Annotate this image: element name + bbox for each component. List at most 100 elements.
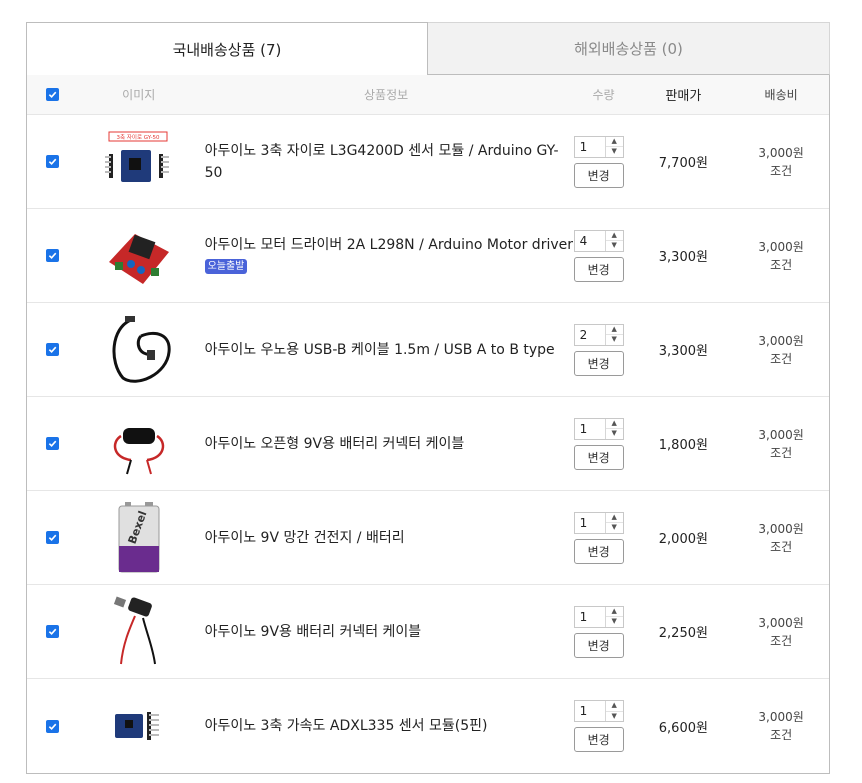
product-name[interactable]: 아두이노 3축 자이로 L3G4200D 센서 모듈 / Arduino GY-… <box>205 143 559 181</box>
product-thumbnail[interactable] <box>101 312 177 388</box>
caret-up-icon[interactable]: ▲ <box>605 231 623 241</box>
table-row: 아두이노 오픈형 9V용 배터리 커넥터 케이블 1 ▲ ▼ 변경 1,800원 3… <box>27 397 829 491</box>
header-qty: 수량 <box>592 88 615 102</box>
caret-down-icon[interactable]: ▼ <box>606 429 623 439</box>
item-checkbox[interactable] <box>46 531 60 544</box>
quantity-stepper[interactable]: 1 ▲ ▼ <box>573 135 624 158</box>
quantity-value[interactable]: 1 <box>575 607 605 627</box>
product-name[interactable]: 아두이노 오픈형 9V용 배터리 커넥터 케이블 <box>205 436 465 452</box>
price: 3,300원 <box>658 344 708 359</box>
cart-table: 이미지 상품정보 수량 판매가 배송비 3축 자이로 GY-50 아두이노 3축… <box>26 75 830 774</box>
caret-down-icon[interactable]: ▼ <box>606 712 623 722</box>
shipping-condition: 조건 <box>770 351 793 366</box>
checkmark-icon <box>49 628 57 636</box>
caret-up-icon[interactable]: ▲ <box>605 137 623 147</box>
shipping-amount: 3,000원 <box>758 427 804 442</box>
table-row: 아두이노 모터 드라이버 2A L298N / Arduino Motor dr… <box>27 209 829 303</box>
caret-up-icon[interactable]: ▲ <box>605 513 623 523</box>
select-all-cell <box>27 88 79 101</box>
product-thumbnail[interactable] <box>101 594 177 670</box>
item-checkbox[interactable] <box>46 249 60 262</box>
table-row: 아두이노 우노용 USB-B 케이블 1.5m / USB A to B typ… <box>27 303 829 397</box>
select-all-checkbox[interactable] <box>46 88 60 101</box>
quantity-value[interactable]: 1 <box>575 513 605 533</box>
caret-up-icon[interactable]: ▲ <box>605 419 623 429</box>
change-quantity-button[interactable]: 변경 <box>573 256 624 282</box>
item-checkbox[interactable] <box>46 719 60 733</box>
caret-down-icon[interactable]: ▼ <box>606 147 623 157</box>
caret-up-icon[interactable]: ▲ <box>605 325 623 335</box>
caret-down-icon[interactable]: ▼ <box>606 523 623 533</box>
caret-down-icon[interactable]: ▼ <box>606 335 623 345</box>
shipping-fee: 3,000원조건 <box>733 708 829 744</box>
table-row: 아두이노 9V용 배터리 커넥터 케이블 1 ▲ ▼ 변경 2,250원 3,000… <box>27 585 829 679</box>
shipping-fee: 3,000원조건 <box>733 426 829 462</box>
table-row: 3축 자이로 GY-50 아두이노 3축 자이로 L3G4200D 센서 모듈 … <box>27 115 829 209</box>
shipping-condition: 조건 <box>770 257 793 272</box>
quantity-value[interactable]: 1 <box>575 701 605 721</box>
product-name[interactable]: 아두이노 우노용 USB-B 케이블 1.5m / USB A to B typ… <box>205 342 555 358</box>
price: 6,600원 <box>658 720 708 736</box>
quantity-value[interactable]: 2 <box>575 325 605 345</box>
change-quantity-button[interactable]: 변경 <box>573 444 624 470</box>
quantity-value[interactable]: 4 <box>575 231 605 251</box>
price: 3,300원 <box>658 250 708 265</box>
product-thumbnail[interactable]: 3축 자이로 GY-50 <box>101 124 177 200</box>
caret-down-icon[interactable]: ▼ <box>606 241 623 251</box>
change-quantity-button[interactable]: 변경 <box>573 632 624 658</box>
item-checkbox[interactable] <box>46 437 60 450</box>
header-shipping: 배송비 <box>764 87 798 102</box>
product-name[interactable]: 아두이노 9V 망간 건전지 / 배터리 <box>205 530 405 546</box>
thumbnail-label: 3축 자이로 GY-50 <box>116 133 159 141</box>
shipping-fee: 3,000원 조건 <box>733 614 829 650</box>
checkmark-icon <box>49 252 57 260</box>
price: 7,700원 <box>658 156 708 171</box>
change-quantity-button[interactable]: 변경 <box>573 350 624 376</box>
product-name[interactable]: 아두이노 3축 가속도 ADXL335 센서 모듈(5핀) <box>205 718 488 734</box>
today-shipping-badge: 오늘출발 <box>204 258 248 274</box>
quantity-stepper[interactable]: 1 ▲ ▼ <box>573 605 624 628</box>
quantity-stepper[interactable]: 1 ▲ ▼ <box>573 511 624 534</box>
product-thumbnail[interactable] <box>101 218 177 294</box>
shipping-condition: 조건 <box>770 633 793 648</box>
checkmark-icon <box>49 534 57 542</box>
checkmark-icon <box>49 158 57 166</box>
product-thumbnail[interactable] <box>101 688 177 764</box>
quantity-stepper[interactable]: 2 ▲ ▼ <box>573 323 624 346</box>
caret-down-icon[interactable]: ▼ <box>606 617 623 627</box>
shipping-condition: 조건 <box>770 728 793 742</box>
product-thumbnail[interactable] <box>101 406 177 482</box>
shipping-fee: 3,000원 조건 <box>733 144 829 180</box>
item-checkbox[interactable] <box>46 155 60 168</box>
product-name[interactable]: 아두이노 9V용 배터리 커넥터 케이블 <box>205 624 422 640</box>
shipping-tabs: 국내배송상품 (7) 해외배송상품 (0) <box>26 22 830 75</box>
caret-up-icon[interactable]: ▲ <box>605 701 623 712</box>
change-quantity-button[interactable]: 변경 <box>573 538 624 564</box>
quantity-value[interactable]: 1 <box>575 137 605 157</box>
quantity-value[interactable]: 1 <box>575 419 605 439</box>
shipping-fee: 3,000원 조건 <box>733 520 829 556</box>
cart-panel: 국내배송상품 (7) 해외배송상품 (0) 이미지 상품정보 수량 판매가 배송… <box>26 22 830 774</box>
price: 2,250원 <box>658 626 708 641</box>
shipping-amount: 3,000원 <box>758 333 804 348</box>
checkmark-icon <box>49 723 57 730</box>
shipping-amount: 3,000원 <box>758 239 804 254</box>
price: 1,800원 <box>658 438 708 453</box>
shipping-condition: 조건 <box>770 445 793 460</box>
caret-up-icon[interactable]: ▲ <box>605 607 623 617</box>
quantity-stepper[interactable]: 4 ▲ ▼ <box>573 229 624 252</box>
price: 2,000원 <box>658 532 708 547</box>
tab-domestic[interactable]: 국내배송상품 (7) <box>26 22 428 75</box>
item-checkbox[interactable] <box>46 625 60 638</box>
shipping-amount: 3,000원 <box>758 710 804 724</box>
tab-overseas[interactable]: 해외배송상품 (0) <box>428 22 830 75</box>
table-header: 이미지 상품정보 수량 판매가 배송비 <box>27 75 829 115</box>
item-checkbox[interactable] <box>46 343 60 356</box>
change-quantity-button[interactable]: 변경 <box>573 162 624 188</box>
change-quantity-button[interactable]: 변경 <box>573 727 624 752</box>
quantity-stepper[interactable]: 1 ▲ ▼ <box>573 700 624 722</box>
quantity-stepper[interactable]: 1 ▲ ▼ <box>573 417 624 440</box>
product-thumbnail[interactable]: Bexel <box>101 500 177 576</box>
header-image: 이미지 <box>122 88 156 102</box>
product-name[interactable]: 아두이노 모터 드라이버 2A L298N / Arduino Motor dr… <box>205 237 573 253</box>
